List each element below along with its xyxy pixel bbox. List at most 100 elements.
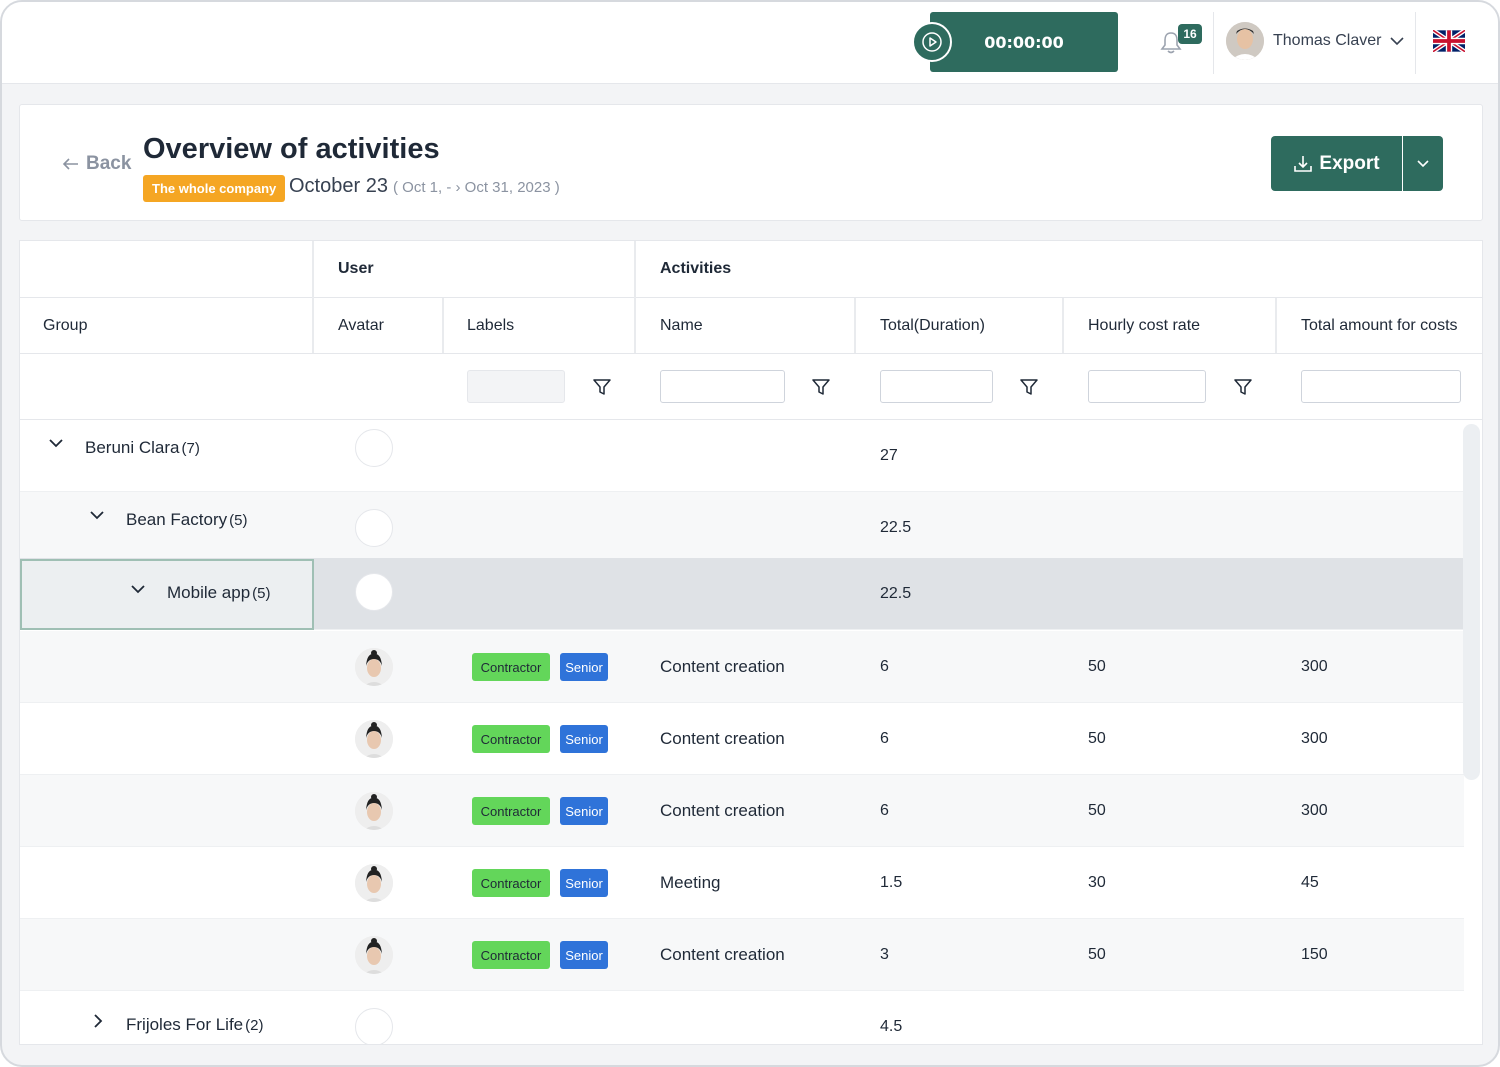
col-total-duration[interactable]: Total(Duration) <box>880 298 985 353</box>
activities-group-header: Activities <box>660 260 732 277</box>
rate-cell: 50 <box>1088 802 1106 819</box>
export-button[interactable]: Export <box>1271 136 1402 191</box>
senior-tag: Senior <box>560 653 608 681</box>
duration-cell: 6 <box>880 730 889 747</box>
rate-filter-input[interactable] <box>1088 370 1206 403</box>
divider <box>1415 12 1416 74</box>
table-row[interactable]: Contractor Senior Content creation 6 50 … <box>20 775 1464 847</box>
group-count: (7) <box>181 439 200 457</box>
group-name: Frijoles For Life <box>126 1015 244 1034</box>
amount-filter-input[interactable] <box>1301 370 1461 403</box>
group-total: 22.5 <box>880 585 912 602</box>
date-range: ( Oct 1, - › Oct 31, 2023 ) <box>393 179 560 196</box>
group-count: (5) <box>252 584 271 602</box>
group-row[interactable]: Beruni Clara (7) 27 <box>20 420 1464 492</box>
avatar-placeholder <box>355 573 393 611</box>
timer-display[interactable]: 00:00:00 <box>930 12 1118 72</box>
avatar[interactable] <box>355 936 393 974</box>
filter-icon[interactable] <box>1233 377 1253 397</box>
table-row[interactable]: Contractor Senior Meeting 1.5 30 45 <box>20 847 1464 919</box>
group-total: 4.5 <box>880 1018 903 1035</box>
person-photo-icon <box>355 720 393 758</box>
name-filter-input[interactable] <box>660 370 785 403</box>
group-name: Beruni Clara <box>85 438 180 457</box>
activity-name: Content creation <box>660 945 785 964</box>
avatar[interactable] <box>355 720 393 758</box>
page-title: Overview of activities <box>143 133 440 165</box>
col-labels[interactable]: Labels <box>467 298 514 353</box>
rate-cell: 30 <box>1088 874 1106 891</box>
duration-cell: 1.5 <box>880 874 903 891</box>
user-group-header: User <box>338 260 374 277</box>
group-total: 22.5 <box>880 519 912 536</box>
chevron-down-icon[interactable] <box>48 435 64 451</box>
top-bar: 00:00:00 16 Thomas Claver <box>2 2 1498 84</box>
export-dropdown-button[interactable] <box>1403 136 1443 191</box>
table-row[interactable]: Contractor Senior Content creation 6 50 … <box>20 631 1464 703</box>
play-button[interactable] <box>912 22 952 62</box>
download-icon <box>1294 155 1313 172</box>
group-name: Bean Factory <box>126 510 228 529</box>
col-avatar[interactable]: Avatar <box>338 298 384 353</box>
selected-cell[interactable]: Mobile app (5) <box>20 559 314 630</box>
chevron-right-icon[interactable] <box>90 1013 106 1029</box>
arrow-left-icon <box>62 158 78 170</box>
uk-flag-icon[interactable] <box>1433 30 1465 52</box>
labels-filter-input[interactable] <box>467 370 565 403</box>
divider <box>854 298 856 353</box>
senior-tag: Senior <box>560 725 608 753</box>
page-header: Back Overview of activities The whole co… <box>19 104 1483 221</box>
user-photo-icon <box>1226 22 1264 60</box>
col-hourly-rate[interactable]: Hourly cost rate <box>1088 298 1200 353</box>
table-row[interactable]: Contractor Senior Content creation 3 50 … <box>20 919 1464 991</box>
person-photo-icon <box>355 792 393 830</box>
chevron-down-icon <box>1417 159 1429 167</box>
activities-table: User Activities Group Avatar Labels Name… <box>19 240 1483 1045</box>
duration-cell: 6 <box>880 658 889 675</box>
amount-cell: 150 <box>1301 946 1328 963</box>
chevron-down-icon[interactable] <box>89 507 105 523</box>
amount-cell: 300 <box>1301 730 1328 747</box>
chevron-down-icon[interactable] <box>130 581 146 597</box>
filter-icon[interactable] <box>592 377 612 397</box>
col-name[interactable]: Name <box>660 298 703 353</box>
filter-icon[interactable] <box>1019 377 1039 397</box>
user-avatar[interactable] <box>1226 22 1264 60</box>
activity-name: Meeting <box>660 873 721 892</box>
back-button[interactable]: Back <box>62 153 131 175</box>
amount-cell: 45 <box>1301 874 1319 891</box>
amount-cell: 300 <box>1301 658 1328 675</box>
col-group[interactable]: Group <box>43 298 87 353</box>
senior-tag: Senior <box>560 797 608 825</box>
user-name[interactable]: Thomas Claver <box>1273 32 1381 50</box>
group-count: (5) <box>229 511 248 529</box>
rate-cell: 50 <box>1088 730 1106 747</box>
avatar[interactable] <box>355 864 393 902</box>
duration-cell: 6 <box>880 802 889 819</box>
notification-badge: 16 <box>1178 24 1202 44</box>
table-row[interactable]: Contractor Senior Content creation 6 50 … <box>20 703 1464 775</box>
group-name: Mobile app <box>167 583 251 602</box>
divider <box>1213 12 1214 74</box>
group-row[interactable]: Bean Factory (5) 22.5 <box>20 492 1464 564</box>
filter-icon[interactable] <box>811 377 831 397</box>
duration-cell: 3 <box>880 946 889 963</box>
avatar[interactable] <box>355 792 393 830</box>
back-label: Back <box>86 153 132 174</box>
duration-filter-input[interactable] <box>880 370 993 403</box>
group-label: Bean Factory (5) <box>126 510 247 530</box>
scope-badge: The whole company <box>143 175 286 202</box>
avatar[interactable] <box>355 648 393 686</box>
divider <box>312 241 314 353</box>
vertical-scrollbar[interactable] <box>1463 424 1480 780</box>
group-row[interactable]: Frijoles For Life (2) 4.5 <box>20 991 1464 1044</box>
amount-cell: 300 <box>1301 802 1328 819</box>
avatar-placeholder <box>355 1008 393 1044</box>
chevron-down-icon[interactable] <box>1389 35 1405 47</box>
group-label: Frijoles For Life (2) <box>126 1015 263 1035</box>
divider <box>1062 298 1064 353</box>
divider <box>20 353 1482 354</box>
contractor-tag: Contractor <box>472 941 550 969</box>
group-label: Beruni Clara (7) <box>85 438 200 458</box>
col-total-amount[interactable]: Total amount for costs <box>1301 298 1458 353</box>
